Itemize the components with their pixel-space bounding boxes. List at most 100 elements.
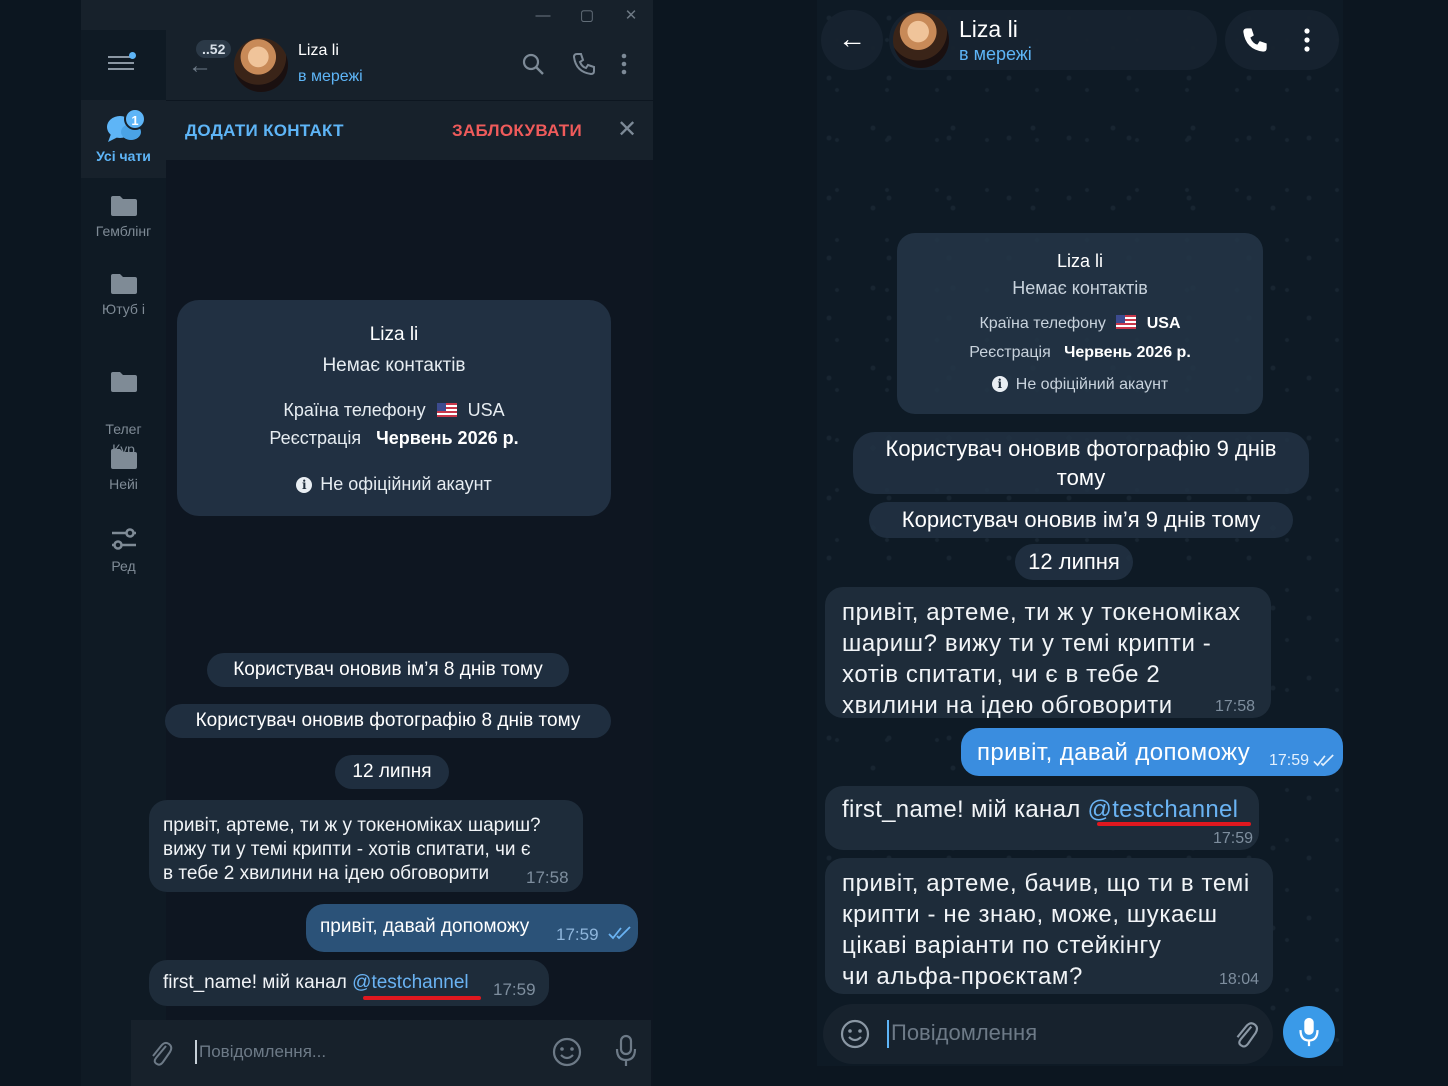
message-incoming[interactable]: привіт, артеме, ти ж у токеноміках шариш… <box>825 587 1271 719</box>
service-message: Користувач оновив фотографію 8 днів тому <box>165 704 611 738</box>
message-line: шариш? вижу ти у темі крипти - <box>842 630 1212 657</box>
us-flag-icon <box>1116 315 1137 329</box>
message-outgoing[interactable]: привіт, давай допоможу 17:59 <box>961 728 1343 776</box>
channel-mention-link[interactable]: @testchannel <box>352 972 468 993</box>
folder-label: Ред <box>111 558 136 574</box>
title-bar: — ▢ ✕ <box>81 0 653 30</box>
phone-country-value: USA <box>467 400 505 420</box>
phone-country-row: Країна телефону USA <box>177 400 611 421</box>
message-line: привіт, артеме, ти ж у токеноміках шариш… <box>163 815 541 836</box>
add-contact-button[interactable]: ДОДАТИ КОНТАКТ <box>185 121 344 141</box>
more-vertical-icon[interactable] <box>620 52 628 76</box>
note-text: Не офіційний акаунт <box>1015 376 1169 393</box>
message-line: в тебе 2 хвилини на ідею обговорити <box>163 863 490 884</box>
registration-label: Реєстрація <box>969 344 1051 361</box>
mobile-chat: ← Liza li в мережі Liza li Немає контакт… <box>817 0 1343 1066</box>
us-flag-icon <box>436 403 457 417</box>
minimize-button[interactable]: — <box>521 0 565 30</box>
folder-label: Нейі <box>109 476 138 492</box>
message-time: 17:59 <box>556 925 599 944</box>
service-line: тому <box>1056 465 1106 490</box>
message-line: цікаві варіанти по стейкінгу <box>842 932 1162 959</box>
folder-gambling[interactable]: Гемблінг <box>81 195 166 239</box>
folder-youtube[interactable]: Ютуб і <box>81 273 166 317</box>
registration-row: Реєстрація Червень 2026 р. <box>897 344 1263 362</box>
message-text: привіт, давай допоможу <box>977 739 1251 766</box>
card-contacts: Немає контактів <box>1012 278 1148 298</box>
channel-mention-link[interactable]: @testchannel <box>1088 796 1239 823</box>
back-arrow-icon[interactable]: ← <box>821 10 883 70</box>
folder-edit[interactable]: Ред <box>81 526 166 574</box>
card-name: Liza li <box>369 324 419 345</box>
message-input[interactable]: Повідомлення <box>891 1020 1037 1046</box>
contact-status: в мережі <box>298 68 363 85</box>
service-message: Користувач оновив ім’я 8 днів тому <box>207 653 569 687</box>
contact-status: в мережі <box>959 44 1032 64</box>
official-note: i Не офіційний акаунт <box>897 376 1263 394</box>
emoji-icon[interactable] <box>839 1018 871 1050</box>
message-line: привіт, артеме, бачив, що ти в темі <box>842 870 1250 897</box>
menu-notification-dot <box>129 52 136 59</box>
folder-label: Усі чати <box>96 148 151 164</box>
message-incoming[interactable]: привіт, артеме, бачив, що ти в темі крип… <box>825 858 1273 994</box>
microphone-icon[interactable] <box>615 1034 637 1068</box>
more-vertical-icon[interactable] <box>1303 27 1311 53</box>
chat-header[interactable]: Liza li в мережі <box>889 10 1217 70</box>
unread-counter: ..52 <box>196 40 232 58</box>
message-incoming[interactable]: привіт, артеме, ти ж у токеноміках шариш… <box>149 800 583 892</box>
message-text: first_name! мій канал @testchannel <box>842 796 1238 824</box>
red-underline-highlight <box>363 996 481 1000</box>
info-icon: i <box>991 376 1008 392</box>
message-line: хотів спитати, чи є в тебе 2 <box>842 661 1161 688</box>
avatar[interactable] <box>234 38 288 92</box>
date-separator: 12 липня <box>335 755 449 789</box>
voice-record-button[interactable] <box>1283 1006 1335 1058</box>
message-outgoing[interactable]: привіт, давай допоможу 17:59 <box>306 904 638 952</box>
text-caret <box>195 1040 197 1064</box>
profile-info-card: Liza li Немає контактів Країна телефону … <box>897 233 1263 414</box>
maximize-button[interactable]: ▢ <box>565 0 609 30</box>
phone-country-label: Країна телефону <box>979 315 1106 332</box>
official-note: i Не офіційний акаунт <box>177 474 611 495</box>
message-time: 17:59 <box>493 980 536 999</box>
attach-icon[interactable] <box>1233 1018 1259 1050</box>
close-window-button[interactable]: ✕ <box>609 0 653 30</box>
card-contacts: Немає контактів <box>322 355 466 376</box>
message-text: привіт, давай допоможу <box>320 916 530 937</box>
contact-action-bar: ДОДАТИ КОНТАКТ ЗАБЛОКУВАТИ ✕ <box>166 100 653 160</box>
phone-country-value: USA <box>1146 315 1181 332</box>
phone-icon[interactable] <box>1241 26 1269 54</box>
folder-all-chats[interactable]: 1 Усі чати <box>81 100 166 178</box>
sliders-icon <box>111 528 136 550</box>
registration-value: Червень 2026 р. <box>376 428 519 448</box>
contact-name[interactable]: Liza li <box>298 42 339 60</box>
double-check-icon <box>1313 754 1334 767</box>
unread-badge: 1 <box>124 108 146 130</box>
registration-label: Реєстрація <box>269 428 362 448</box>
block-button[interactable]: ЗАБЛОКУВАТИ <box>452 121 582 141</box>
folder-label: Ютуб і <box>102 301 145 317</box>
emoji-icon[interactable] <box>551 1036 583 1068</box>
folder-icon <box>110 449 137 469</box>
message-time: 17:58 <box>526 868 569 887</box>
message-line: привіт, артеме, ти ж у токеноміках <box>842 599 1241 626</box>
red-underline-highlight <box>1097 822 1251 826</box>
search-icon[interactable] <box>521 52 545 76</box>
close-icon[interactable]: ✕ <box>617 115 637 144</box>
message-incoming[interactable]: first_name! мій канал @testchannel 17:59 <box>825 786 1259 850</box>
attach-icon[interactable] <box>149 1038 173 1068</box>
message-incoming[interactable]: first_name! мій канал @testchannel 17:59 <box>149 960 549 1006</box>
folder-neuro[interactable]: Нейі <box>81 448 166 492</box>
service-line: Користувач оновив фотографію 9 днів <box>885 436 1277 461</box>
header-actions <box>1225 10 1339 70</box>
desktop-window: — ▢ ✕ 1 Усі чати Гемблінг Ютуб і Телег К… <box>81 0 653 1086</box>
message-input[interactable]: Повідомлення... <box>199 1042 326 1062</box>
message-composer: Повідомлення... <box>131 1020 651 1086</box>
phone-icon[interactable] <box>572 52 596 76</box>
message-time: 17:58 <box>1215 698 1256 715</box>
message-line: вижу ти у темі крипти - хотів спитати, ч… <box>163 839 531 860</box>
info-icon: i <box>296 477 313 493</box>
phone-country-label: Країна телефону <box>283 400 426 420</box>
avatar[interactable] <box>893 12 949 68</box>
microphone-icon <box>1299 1017 1319 1047</box>
